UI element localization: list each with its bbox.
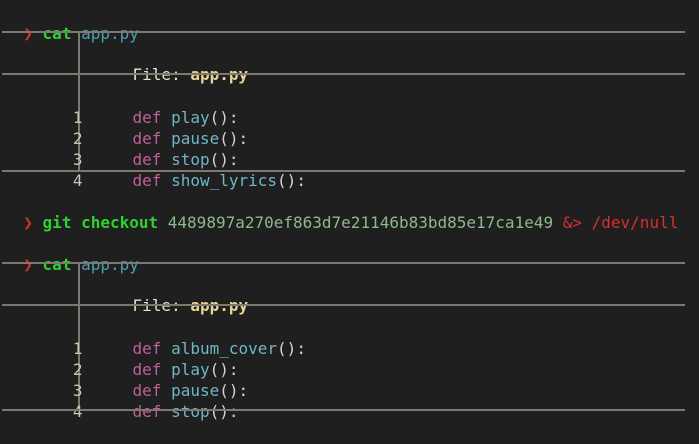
bottom-rule xyxy=(2,170,685,172)
keyword: def xyxy=(132,402,162,421)
code-line: 2 def play(): xyxy=(0,338,239,379)
command-argument: app.py xyxy=(81,255,139,274)
function-name: show_lyrics xyxy=(171,171,278,190)
keyword: def xyxy=(132,171,162,190)
line-number: 4 xyxy=(72,402,83,421)
file-header: File: app.py xyxy=(94,43,249,84)
redirect-operator: &> xyxy=(562,213,582,232)
command-name: cat xyxy=(42,24,72,43)
prompt-icon: ❯ xyxy=(23,24,33,43)
top-rule xyxy=(2,31,685,33)
header-rule xyxy=(2,73,685,75)
code-line: 2 def pause(): xyxy=(0,107,248,148)
redirect-target: /dev/null xyxy=(591,213,679,232)
code-line: 4 def stop(): xyxy=(0,380,239,421)
punctuation: (): xyxy=(277,339,306,358)
prompt-icon: ❯ xyxy=(23,255,33,274)
prompt-icon: ❯ xyxy=(23,213,33,232)
command-argument: app.py xyxy=(81,24,139,43)
command-line-git-checkout: ❯ git checkout 4489897a270ef863d7e21146b… xyxy=(4,191,678,232)
code-line: 1 def album_cover(): xyxy=(0,317,306,358)
line-number: 4 xyxy=(72,171,83,190)
command-name: git checkout xyxy=(42,213,159,232)
header-rule xyxy=(2,304,685,306)
command-line-cat-2: ❯ cat app.py xyxy=(4,233,139,274)
code-line: 4 def show_lyrics(): xyxy=(0,149,306,190)
punctuation: (): xyxy=(209,402,239,421)
top-rule xyxy=(2,262,685,264)
code-line: 1 def play(): xyxy=(0,86,239,127)
commit-hash: 4489897a270ef863d7e21146b83bd85e17ca1e49 xyxy=(167,213,554,232)
punctuation: (): xyxy=(277,171,306,190)
command-line-cat-1: ❯ cat app.py xyxy=(4,2,139,43)
function-name: stop xyxy=(171,402,210,421)
code-line: 3 def stop(): xyxy=(0,128,239,169)
file-header: File: app.py xyxy=(94,274,249,315)
command-name: cat xyxy=(42,255,72,274)
code-line: 3 def pause(): xyxy=(0,359,248,400)
bottom-rule xyxy=(2,409,685,411)
